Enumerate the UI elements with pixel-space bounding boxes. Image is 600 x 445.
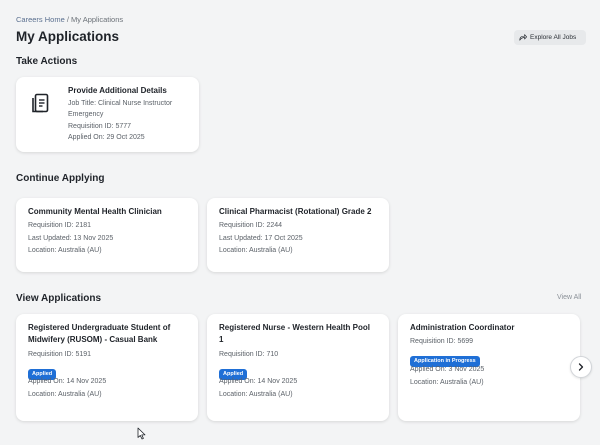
document-icon (24, 86, 56, 120)
take-action-job-title-cont: Emergency (68, 111, 104, 118)
application-card-1-location: Location: Australia (AU) (28, 391, 102, 398)
application-card-2-applied-on: Applied On: 14 Nov 2025 (219, 378, 298, 385)
explore-all-jobs-label: Explore All Jobs (530, 34, 577, 41)
explore-all-jobs-button[interactable]: Explore All Jobs (514, 30, 586, 45)
carousel-next-button[interactable] (570, 356, 592, 378)
take-action-applied-on: Applied On: 29 Oct 2025 (68, 134, 145, 141)
application-card-1-title-cont[interactable]: Midwifery (RUSOM) - Casual Bank (28, 334, 157, 347)
application-card-1-requisition: Requisition ID: 5191 (28, 351, 92, 358)
continue-card-2-requisition: Requisition ID: 2244 (219, 222, 283, 229)
application-card-2-location: Location: Australia (AU) (219, 391, 293, 398)
breadcrumb: Careers Home / My Applications (16, 15, 123, 24)
page-title: My Applications (16, 29, 120, 44)
application-card-1-title[interactable]: Registered Undergraduate Student of (28, 322, 170, 335)
application-card-3-title[interactable]: Administration Coordinator (410, 322, 514, 335)
continue-card-1-requisition: Requisition ID: 2181 (28, 222, 92, 229)
take-action-title[interactable]: Provide Additional Details (68, 85, 167, 98)
continue-card-2-location: Location: Australia (AU) (219, 247, 293, 254)
application-card-1-applied-on: Applied On: 14 Nov 2025 (28, 378, 107, 385)
breadcrumb-current: My Applications (71, 15, 124, 24)
view-all-link[interactable]: View All (557, 294, 581, 301)
application-card-2-title-cont[interactable]: 1 (219, 334, 223, 347)
take-actions-heading: Take Actions (16, 56, 78, 67)
share-arrow-icon (519, 33, 527, 43)
continue-card-1-location: Location: Australia (AU) (28, 247, 102, 254)
application-card-3-applied-on: Applied On: 3 Nov 2025 (410, 366, 485, 373)
continue-card-2-title[interactable]: Clinical Pharmacist (Rotational) Grade 2 (219, 206, 371, 219)
application-card-3-requisition: Requisition ID: 5699 (410, 338, 474, 345)
continue-card-1-title[interactable]: Community Mental Health Clinician (28, 206, 162, 219)
mouse-cursor-icon (137, 427, 146, 445)
continue-card-2-updated: Last Updated: 17 Oct 2025 (219, 235, 303, 242)
continue-card-1-updated: Last Updated: 13 Nov 2025 (28, 235, 114, 242)
application-card-3-location: Location: Australia (AU) (410, 379, 484, 386)
continue-applying-heading: Continue Applying (16, 173, 105, 184)
application-card-2-title[interactable]: Registered Nurse - Western Health Pool (219, 322, 370, 335)
chevron-right-icon (577, 358, 585, 376)
breadcrumb-careers-home-link[interactable]: Careers Home (16, 15, 65, 24)
application-card-2-requisition: Requisition ID: 710 (219, 351, 279, 358)
view-applications-heading: View Applications (16, 293, 102, 304)
